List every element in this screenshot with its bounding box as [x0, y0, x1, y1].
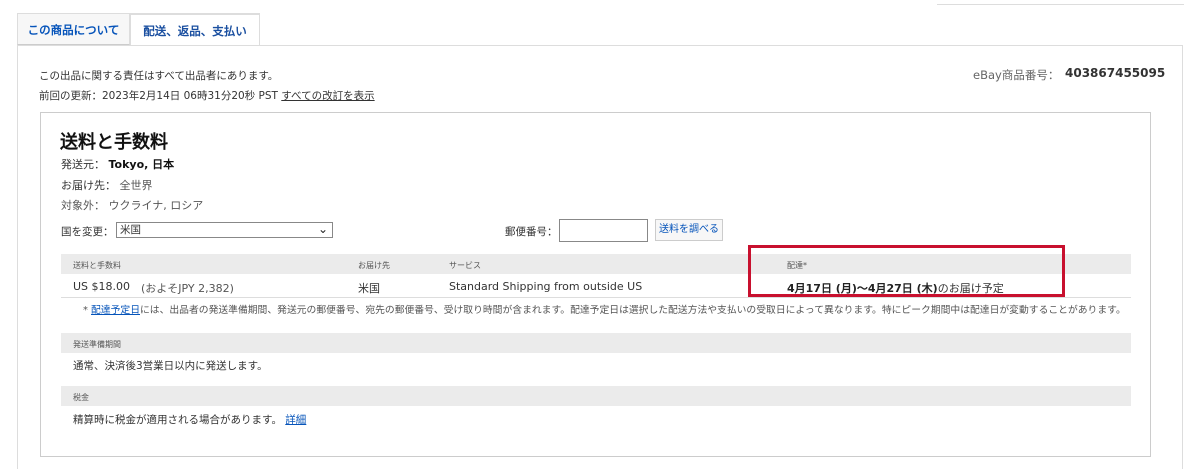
- item-number: 403867455095: [1065, 66, 1166, 80]
- tax-info: 精算時に税金が適用される場合があります。 詳細: [73, 412, 306, 427]
- responsibility-note: この出品に関する責任はすべて出品者にあります。: [39, 70, 279, 82]
- updated-prefix: 前回の更新：: [39, 90, 102, 102]
- calculate-shipping-button[interactable]: 送料を調べる: [655, 219, 723, 241]
- top-search-edge: [937, 0, 1184, 5]
- excluded-label: 対象外：: [61, 199, 105, 212]
- col-service: サービス: [449, 261, 481, 270]
- tax-text: 精算時に税金が適用される場合があります。: [73, 414, 282, 426]
- tab-about-item[interactable]: この商品について: [17, 13, 130, 45]
- ships-from: 発送元： Tokyo, 日本: [61, 156, 174, 172]
- zip-label: 郵便番号：: [505, 226, 558, 238]
- view-revisions-link[interactable]: すべての改訂を表示: [281, 90, 374, 102]
- handling-heading: 発送準備期間: [61, 333, 1131, 353]
- zip-input[interactable]: [559, 219, 648, 242]
- tax-heading: 税金: [61, 386, 1131, 406]
- ships-to: お届け先： 全世界: [61, 177, 153, 193]
- updated-date: 2023年2月14日 06時31分20秒 PST: [102, 90, 278, 102]
- country-label: 国を変更：: [61, 226, 114, 238]
- note-prefix: *: [83, 305, 92, 316]
- delivery-note: * 配達予定日には、出品者の発送準備期間、発送元の郵便番号、宛先の郵便番号、受け…: [83, 302, 1126, 316]
- ships-from-label: 発送元：: [61, 158, 105, 171]
- tax-heading-label: 税金: [73, 393, 89, 402]
- chevron-down-icon: ⌄: [317, 222, 328, 236]
- shipping-cost: US $18.00: [73, 280, 131, 293]
- country-selected-value: 米国: [120, 224, 141, 236]
- country-select[interactable]: 米国 ⌄: [116, 222, 333, 238]
- col-cost: 送料と手数料: [73, 261, 121, 270]
- destination: 米国: [358, 282, 380, 295]
- tax-details-link[interactable]: 詳細: [285, 414, 306, 426]
- note-text: には、出品者の発送準備期間、発送元の郵便番号、宛先の郵便番号、受け取り時間が含ま…: [140, 305, 1126, 316]
- handling-text: 通常、決済後3営業日以内に発送します。: [73, 360, 268, 372]
- shipping-title: 送料と手数料: [60, 132, 168, 153]
- estimated-delivery-link[interactable]: 配達予定日: [91, 305, 140, 316]
- excluded-locations: 対象外： ウクライナ, ロシア: [61, 197, 203, 213]
- ships-to-label: お届け先：: [61, 179, 116, 192]
- last-updated: 前回の更新：2023年2月14日 06時31分20秒 PST すべての改訂を表示: [39, 88, 375, 103]
- ships-from-value: Tokyo, 日本: [108, 158, 175, 171]
- delivery-highlight-box: [748, 245, 1065, 297]
- handling-heading-label: 発送準備期間: [73, 340, 121, 349]
- excluded-value: ウクライナ, ロシア: [108, 199, 204, 212]
- shipping-cost-approx: (およそJPY 2,382): [141, 282, 234, 295]
- tab-shipping-returns-payment[interactable]: 配送、返品、支払い: [130, 13, 260, 46]
- col-destination: お届け先: [358, 261, 390, 270]
- ships-to-value: 全世界: [119, 179, 153, 192]
- service: Standard Shipping from outside US: [449, 280, 643, 293]
- item-number-label: eBay商品番号：: [973, 68, 1060, 82]
